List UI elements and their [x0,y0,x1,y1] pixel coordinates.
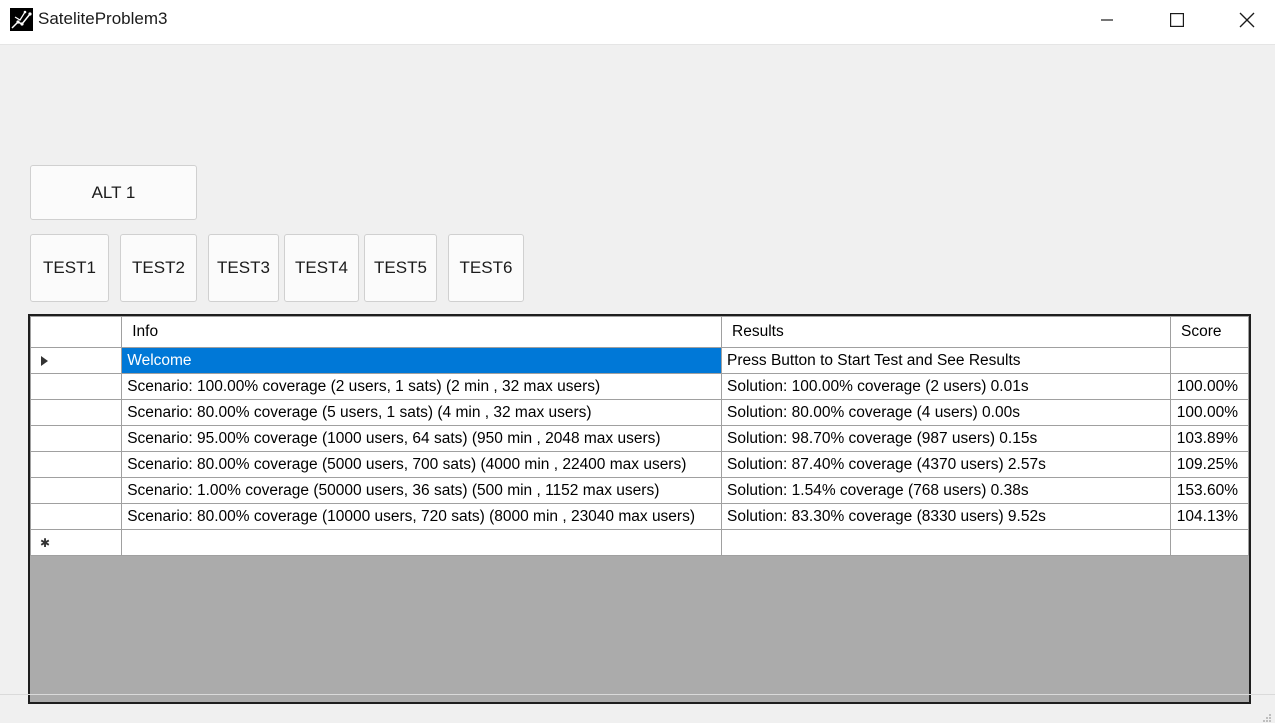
title-bar[interactable]: SateliteProblem3 [0,0,1275,45]
alt-1-button[interactable]: ALT 1 [30,165,197,220]
row-header[interactable] [30,399,123,426]
new-row[interactable]: ✱ [30,529,1249,556]
table-row[interactable]: Scenario: 100.00% coverage (2 users, 1 s… [30,373,1249,400]
info-cell[interactable] [121,529,723,556]
info-cell[interactable]: Scenario: 95.00% coverage (1000 users, 6… [121,425,723,452]
info-cell[interactable]: Scenario: 1.00% coverage (50000 users, 3… [121,477,723,504]
score-cell[interactable]: 100.00% [1170,399,1249,426]
window-bottom-divider [0,694,1275,695]
maximize-icon [1170,12,1185,32]
results-cell[interactable]: Solution: 98.70% coverage (987 users) 0.… [721,425,1171,452]
test2-button[interactable]: TEST2 [120,234,197,302]
results-cell[interactable]: Solution: 87.40% coverage (4370 users) 2… [721,451,1171,478]
row-header[interactable]: ✱ [30,529,123,556]
results-cell[interactable]: Solution: 100.00% coverage (2 users) 0.0… [721,373,1171,400]
info-cell[interactable]: Scenario: 100.00% coverage (2 users, 1 s… [121,373,723,400]
test3-button[interactable]: TEST3 [208,234,279,302]
score-cell[interactable] [1170,347,1249,374]
score-cell[interactable]: 109.25% [1170,451,1249,478]
row-header[interactable] [30,373,123,400]
test1-button[interactable]: TEST1 [30,234,109,302]
column-header-results[interactable]: Results [721,316,1171,348]
info-cell[interactable]: Scenario: 80.00% coverage (5 users, 1 sa… [121,399,723,426]
row-header[interactable] [30,347,123,374]
row-header[interactable] [30,477,123,504]
table-row[interactable]: Welcome Press Button to Start Test and S… [30,347,1249,374]
score-cell[interactable]: 153.60% [1170,477,1249,504]
score-cell[interactable]: 100.00% [1170,373,1249,400]
minimize-button[interactable] [1072,0,1142,44]
resize-grip-icon[interactable] [1262,710,1272,722]
row-header-corner[interactable] [30,316,123,348]
info-cell[interactable]: Scenario: 80.00% coverage (10000 users, … [121,503,723,530]
score-cell[interactable]: 103.89% [1170,425,1249,452]
table-row[interactable]: Scenario: 1.00% coverage (50000 users, 3… [30,477,1249,504]
results-cell[interactable]: Solution: 83.30% coverage (8330 users) 9… [721,503,1171,530]
minimize-icon [1100,13,1114,32]
score-cell[interactable]: 104.13% [1170,503,1249,530]
column-header-score[interactable]: Score [1170,316,1249,348]
grid-header-row: Info Results Score [30,316,1249,348]
results-cell[interactable] [721,529,1171,556]
table-row[interactable]: Scenario: 80.00% coverage (10000 users, … [30,503,1249,530]
table-row[interactable]: Scenario: 80.00% coverage (5 users, 1 sa… [30,399,1249,426]
current-row-arrow-icon [41,356,48,366]
score-cell[interactable] [1170,529,1249,556]
results-data-grid[interactable]: Info Results Score Welcome Press Button … [28,314,1251,704]
test4-button[interactable]: TEST4 [284,234,359,302]
table-row[interactable]: Scenario: 95.00% coverage (1000 users, 6… [30,425,1249,452]
row-header[interactable] [30,503,123,530]
new-row-asterisk-icon: ✱ [40,536,51,550]
row-header[interactable] [30,451,123,478]
satellite-app-icon [10,8,33,31]
test6-button[interactable]: TEST6 [448,234,524,302]
maximize-button[interactable] [1142,0,1212,44]
close-icon [1239,12,1255,33]
results-cell[interactable]: Solution: 80.00% coverage (4 users) 0.00… [721,399,1171,426]
test5-button[interactable]: TEST5 [364,234,437,302]
table-row[interactable]: Scenario: 80.00% coverage (5000 users, 7… [30,451,1249,478]
results-cell[interactable]: Press Button to Start Test and See Resul… [721,347,1171,374]
info-cell[interactable]: Scenario: 80.00% coverage (5000 users, 7… [121,451,723,478]
window-title: SateliteProblem3 [38,9,168,28]
column-header-info[interactable]: Info [121,316,723,348]
row-header[interactable] [30,425,123,452]
info-cell[interactable]: Welcome [121,347,723,374]
app-window: SateliteProblem3 ALT 1 TEST1 TEST2 TEST3… [0,0,1275,723]
results-cell[interactable]: Solution: 1.54% coverage (768 users) 0.3… [721,477,1171,504]
close-button[interactable] [1212,0,1275,44]
